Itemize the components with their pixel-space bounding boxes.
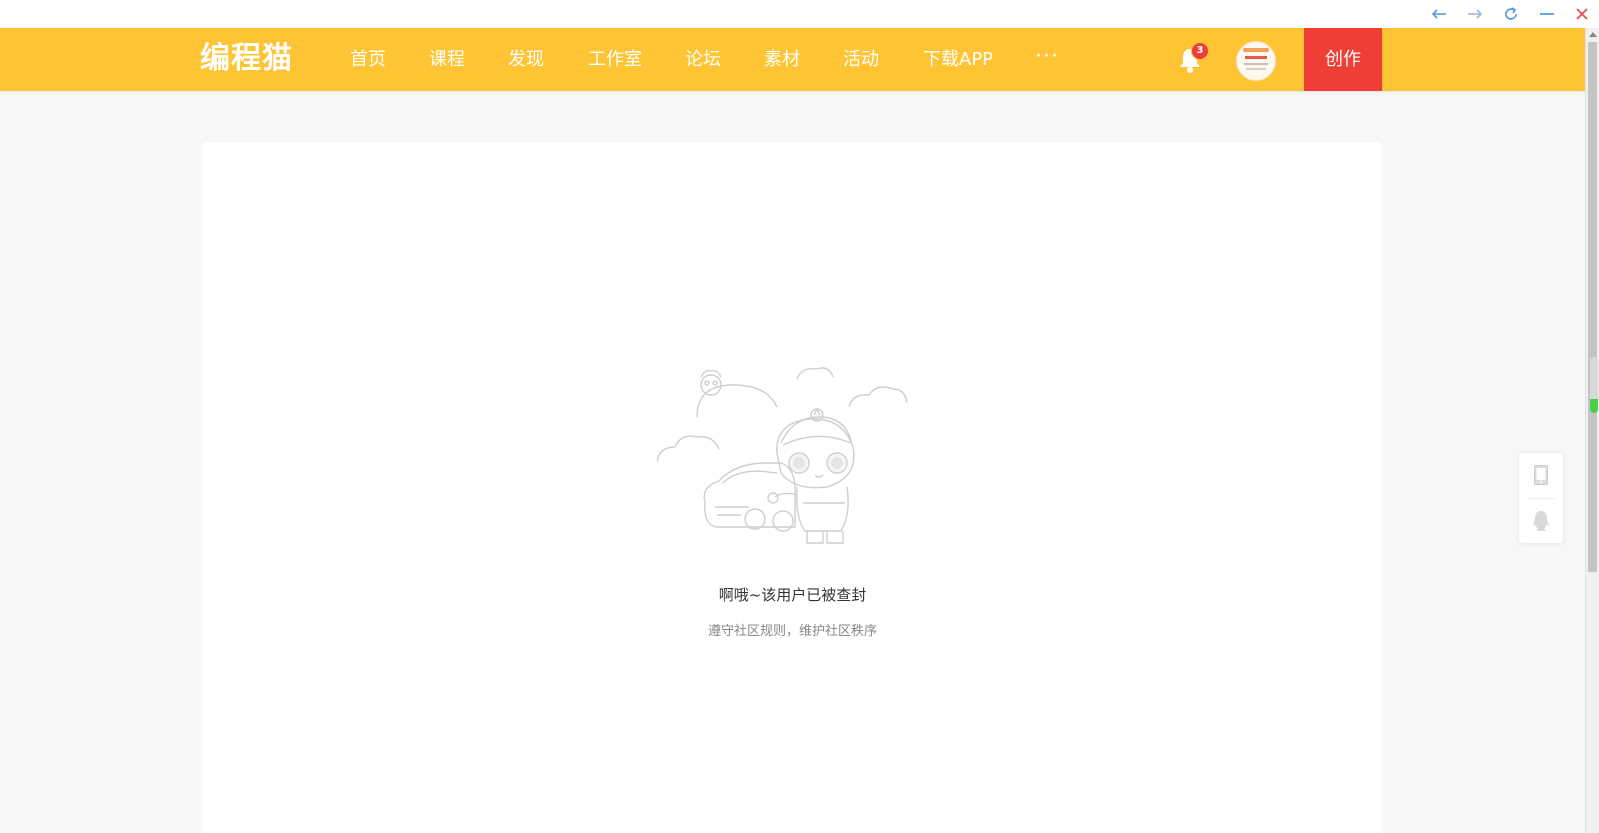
back-icon[interactable] xyxy=(1427,3,1451,25)
banned-user-illustration xyxy=(657,367,908,544)
notification-bell[interactable]: 3 xyxy=(1177,42,1209,75)
qq-penguin-icon xyxy=(1533,511,1549,531)
nav-more-button[interactable]: ··· xyxy=(1035,28,1059,91)
page-scrollbar[interactable] xyxy=(1585,28,1599,833)
phone-icon xyxy=(1534,465,1548,485)
mobile-app-button[interactable] xyxy=(1519,453,1563,497)
floating-side-panel xyxy=(1518,452,1564,544)
nav-item-discover[interactable]: 发现 xyxy=(508,28,544,91)
notification-badge: 3 xyxy=(1191,42,1209,60)
empty-state-title: 啊哦~该用户已被查封 xyxy=(718,586,867,604)
nav-item-download-app[interactable]: 下载APP xyxy=(923,28,993,91)
scrollbar-thumb[interactable] xyxy=(1588,42,1597,572)
nav-item-materials[interactable]: 素材 xyxy=(764,28,800,91)
nav-item-home[interactable]: 首页 xyxy=(350,28,386,91)
minimize-icon[interactable] xyxy=(1535,3,1559,25)
nav-item-events[interactable]: 活动 xyxy=(843,28,879,91)
window-titlebar xyxy=(0,0,1599,28)
nav-item-studio[interactable]: 工作室 xyxy=(588,28,642,91)
side-indicator xyxy=(1590,357,1598,413)
nav-item-courses[interactable]: 课程 xyxy=(429,28,465,91)
create-button[interactable]: 创作 xyxy=(1304,28,1382,91)
scroll-up-arrow-icon[interactable] xyxy=(1589,32,1597,37)
nav-item-forum[interactable]: 论坛 xyxy=(685,28,721,91)
refresh-icon[interactable] xyxy=(1499,3,1523,25)
empty-state-subtitle: 遵守社区规则，维护社区秩序 xyxy=(707,624,877,639)
forward-icon[interactable] xyxy=(1463,3,1487,25)
close-icon[interactable] xyxy=(1570,3,1594,25)
site-logo[interactable]: 编程猫 xyxy=(200,41,293,77)
top-navbar: 编程猫 首页 课程 发现 工作室 论坛 素材 活动 下载APP ··· 3 创作 xyxy=(0,28,1585,91)
user-avatar[interactable] xyxy=(1236,41,1276,81)
qq-contact-button[interactable] xyxy=(1519,499,1563,543)
